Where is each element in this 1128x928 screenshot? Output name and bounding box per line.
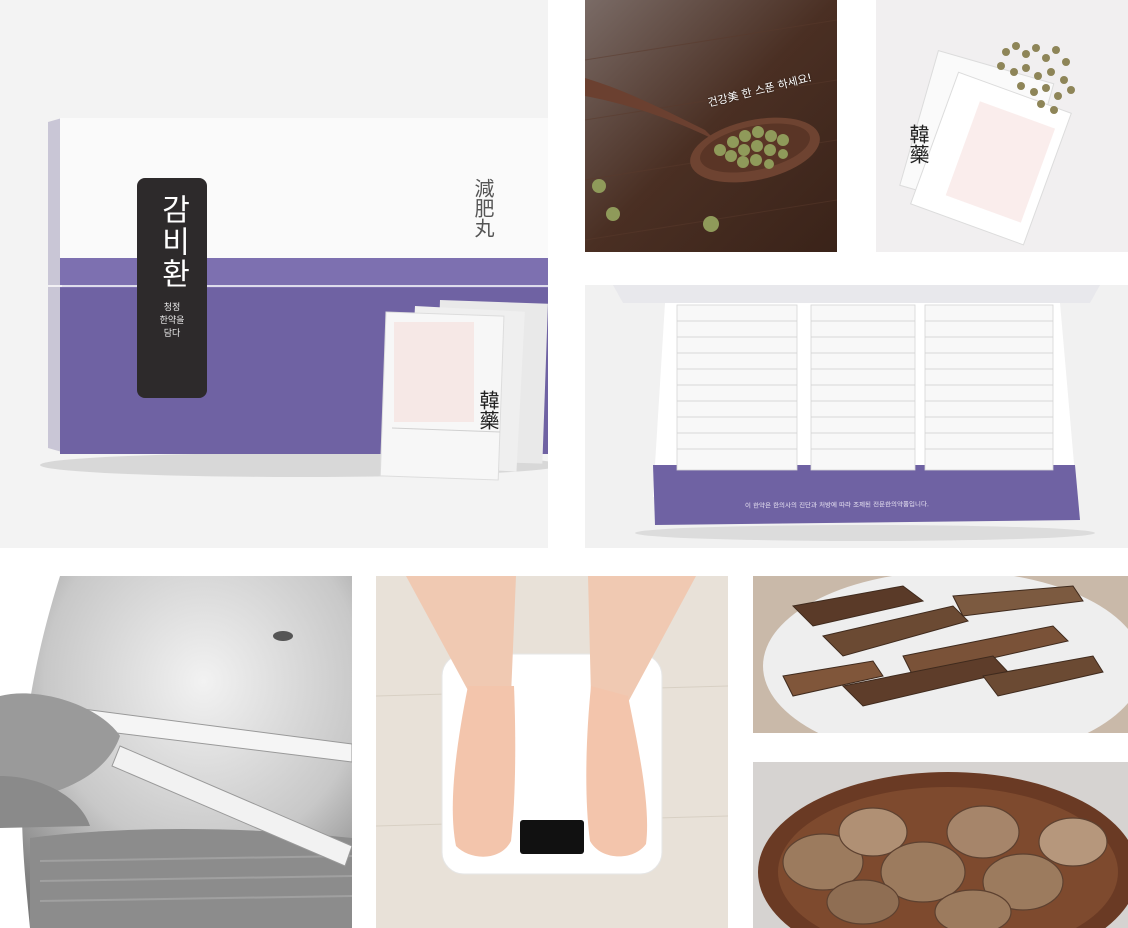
box-label-subtitle: 청정 한약을 담다 [159, 303, 185, 339]
box-sachet-mark: 韓藥 [476, 390, 500, 430]
waist-illustration [0, 576, 352, 928]
mushroom-illustration [753, 762, 1128, 928]
waist-measure-photo [0, 576, 352, 928]
product-box-photo: 감비환 청정 한약을 담다 減肥丸 韓藥 [0, 0, 548, 548]
spoon-illustration [585, 0, 837, 252]
scale-illustration [376, 576, 728, 928]
sachet-photo: 韓藥 [876, 0, 1128, 252]
sachet-mark: 韓藥 [906, 124, 930, 164]
box-label: 감비환 청정 한약을 담다 [137, 178, 207, 398]
dried-mushroom-photo [753, 762, 1128, 928]
sachet-stack [379, 300, 548, 481]
product-box-illustration [0, 0, 548, 548]
box-label-title: 감비환 [155, 194, 190, 290]
open-box-caption: 이 한약은 한의사의 진단과 처방에 따라 조제된 전문한의약품입니다. [744, 500, 930, 510]
scale-photo [376, 576, 728, 928]
dried-herb-slices-photo [753, 576, 1128, 733]
herb-slices-illustration [753, 576, 1128, 733]
spoon-photo [585, 0, 837, 252]
box-hanja: 減肥丸 [471, 178, 495, 238]
